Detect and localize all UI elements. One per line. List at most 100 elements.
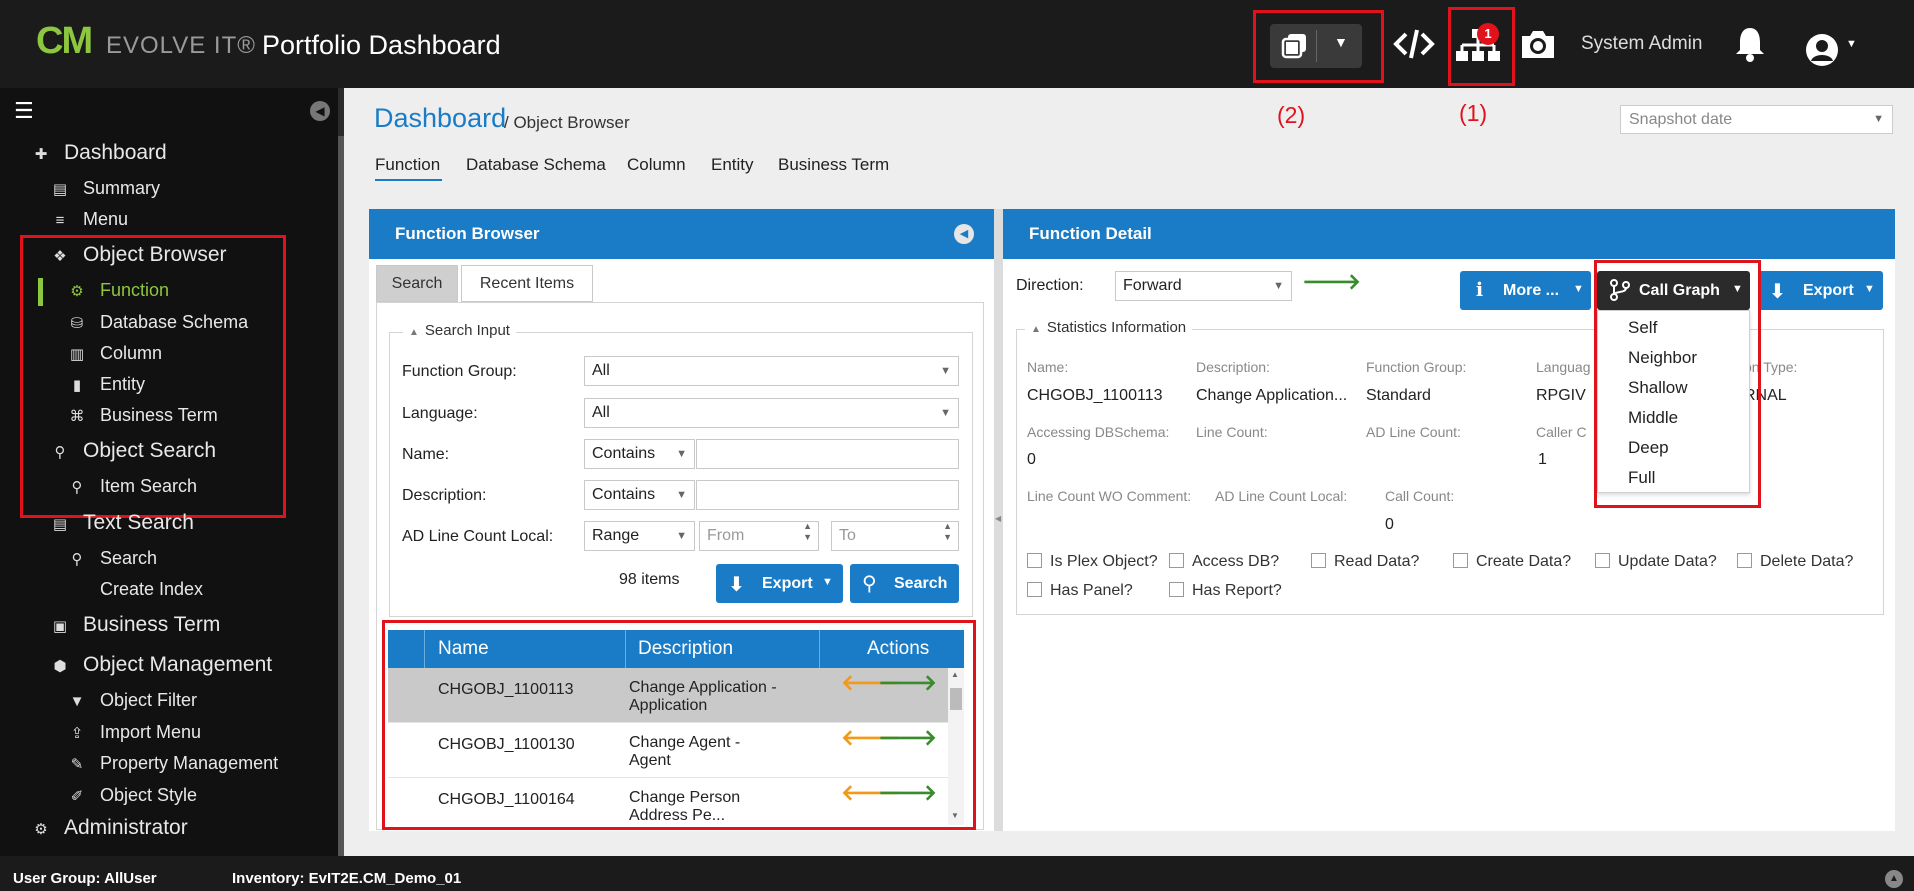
collapse-sidebar-icon[interactable]: ◀ <box>310 101 330 121</box>
code-icon[interactable] <box>1392 22 1436 66</box>
database-icon: ⛁ <box>70 315 84 332</box>
sidebar-item-business-term[interactable]: ▣ Business Term <box>49 613 220 637</box>
button-divider <box>1316 30 1317 62</box>
snapshot-date-select[interactable]: Snapshot date ▼ <box>1620 105 1893 134</box>
function-detail-body: Direction: Forward ▼ 🡒 ℹ More ... ▼ Call … <box>1003 259 1895 831</box>
breadcrumb-root[interactable]: Dashboard <box>374 103 506 134</box>
sidebar-item-column[interactable]: ▥ Column <box>66 343 162 364</box>
checkbox-access-db[interactable]: Access DB? <box>1169 553 1279 571</box>
browser-search-button[interactable]: ⚲ Search <box>850 564 959 603</box>
statistics-legend[interactable]: ▲ Statistics Information <box>1025 319 1193 336</box>
sidebar-item-object-style[interactable]: ✐ Object Style <box>66 785 197 806</box>
sidebar-item-administrator[interactable]: ⚙ Administrator <box>30 816 187 840</box>
sidebar-item-search[interactable]: ⚲ Search <box>66 548 158 569</box>
function-group-select[interactable]: All ▼ <box>584 356 959 386</box>
collapse-panel-icon[interactable]: ◀ <box>954 224 974 244</box>
camera-icon[interactable] <box>1518 26 1558 62</box>
user-group: User Group: AllUser <box>13 870 157 887</box>
gear-icon: ⚙ <box>70 283 84 300</box>
sidebar-item-property-management[interactable]: ✎ Property Management <box>66 753 278 774</box>
language-label: Language: <box>402 405 478 422</box>
hamburger-icon[interactable]: ☰ <box>14 98 34 124</box>
notification-badge: 1 <box>1477 23 1499 45</box>
user-caret-icon[interactable]: ▼ <box>1846 38 1857 50</box>
user-name: System Admin <box>1581 33 1703 54</box>
expand-up-icon[interactable]: ▲ <box>1885 870 1903 888</box>
user-icon[interactable] <box>1805 33 1839 67</box>
stat-language-value: RPGIV <box>1536 387 1586 404</box>
stat-function-group-value: Standard <box>1366 387 1431 404</box>
chevron-down-icon: ▼ <box>1334 34 1348 50</box>
sidebar-scrollbar[interactable] <box>338 88 344 856</box>
logo-cm: CM <box>36 20 93 62</box>
tab-entity[interactable]: Entity <box>711 155 754 175</box>
sidebar-item-function[interactable]: ⚙ Function <box>66 280 169 301</box>
language-select[interactable]: All ▼ <box>584 398 959 428</box>
stat-description-value: Change Application... <box>1196 387 1348 404</box>
checkbox-read-data[interactable]: Read Data? <box>1311 553 1419 571</box>
bell-icon[interactable] <box>1732 24 1768 64</box>
sidebar-item-object-filter[interactable]: ▼ Object Filter <box>66 690 197 711</box>
sidebar-item-object-search[interactable]: ⚲ Object Search <box>49 439 217 463</box>
sidebar-item-object-browser[interactable]: ❖ Object Browser <box>49 243 226 267</box>
checkbox-has-report[interactable]: Has Report? <box>1169 582 1282 600</box>
tab-column[interactable]: Column <box>627 155 686 175</box>
panel-splitter[interactable]: ◀ <box>994 209 1003 831</box>
windows-dropdown-button[interactable]: ▼ <box>1270 24 1362 68</box>
highlight-box-call-graph <box>1594 260 1761 508</box>
search-icon: ⚲ <box>71 551 83 568</box>
detail-export-button[interactable]: ⬇ Export ▼ <box>1758 271 1883 310</box>
sidebar-item-object-management[interactable]: ⬢ Object Management <box>49 653 272 677</box>
stat-accessing-dbschema-value: 0 <box>1027 451 1036 468</box>
search-icon: ⚲ <box>862 573 877 595</box>
cube-icon: ⬢ <box>53 658 67 675</box>
chevron-down-icon: ▼ <box>1864 283 1875 295</box>
name-operator-select[interactable]: Contains ▼ <box>584 439 695 469</box>
info-icon: ℹ <box>1476 280 1484 301</box>
download-icon: ⬇ <box>728 574 745 596</box>
stat-name-value: CHGOBJ_1100113 <box>1027 387 1163 404</box>
sidebar-item-business-term-sub[interactable]: ⌘ Business Term <box>66 405 218 426</box>
function-detail-header: Function Detail <box>1003 209 1895 259</box>
pencil-icon: ✎ <box>70 756 84 773</box>
name-input[interactable] <box>696 439 959 469</box>
checkbox-update-data[interactable]: Update Data? <box>1595 553 1717 571</box>
description-operator-select[interactable]: Contains ▼ <box>584 480 695 510</box>
direction-select[interactable]: Forward ▼ <box>1115 271 1292 301</box>
sidebar-item-text-search[interactable]: ▤ Text Search <box>49 511 194 535</box>
sidebar-item-dashboard[interactable]: ✚ Dashboard <box>30 141 167 165</box>
stat-call-count-value: 0 <box>1385 516 1394 533</box>
checkbox-delete-data[interactable]: Delete Data? <box>1737 553 1853 571</box>
sidebar-item-menu[interactable]: ≡ Menu <box>49 209 128 230</box>
checkbox-create-data[interactable]: Create Data? <box>1453 553 1571 571</box>
search-input-legend[interactable]: ▲ Search Input <box>403 322 516 339</box>
checkbox-has-panel[interactable]: Has Panel? <box>1027 582 1133 600</box>
more-button[interactable]: ℹ More ... ▼ <box>1460 271 1591 310</box>
sidebar-item-import-menu[interactable]: ⇪ Import Menu <box>66 722 201 743</box>
sidebar-item-database-schema[interactable]: ⛁ Database Schema <box>66 312 248 333</box>
browser-export-button[interactable]: ⬇ Export ▼ <box>716 564 843 603</box>
tab-recent-items[interactable]: Recent Items <box>461 265 593 302</box>
tab-active-underline <box>375 179 442 181</box>
sidebar-item-create-index[interactable]: Create Index <box>66 579 203 600</box>
to-input[interactable]: To ▲ ▼ <box>831 521 959 551</box>
ad-line-operator-select[interactable]: Range ▼ <box>584 521 695 551</box>
sidebar-item-summary[interactable]: ▤ Summary <box>49 178 160 199</box>
brush-icon: ✐ <box>70 788 84 805</box>
tab-database-schema[interactable]: Database Schema <box>466 155 606 175</box>
sidebar-item-entity[interactable]: ▮ Entity <box>66 374 145 395</box>
from-input[interactable]: From ▲ ▼ <box>699 521 819 551</box>
filter-icon: ▼ <box>69 693 85 710</box>
menu-icon: ≡ <box>55 212 65 229</box>
sidebar-item-item-search[interactable]: ⚲ Item Search <box>66 476 198 497</box>
inventory: Inventory: EvIT2E.CM_Demo_01 <box>232 870 462 887</box>
tab-search[interactable]: Search <box>376 265 458 302</box>
go-arrow-icon[interactable]: 🡒 <box>1302 269 1361 295</box>
sidebar-scroll-thumb[interactable] <box>338 136 344 856</box>
tab-function[interactable]: Function <box>375 155 440 175</box>
search-icon: ⚲ <box>54 444 66 461</box>
checkbox-is-plex-object[interactable]: Is Plex Object? <box>1027 553 1158 571</box>
description-input[interactable] <box>696 480 959 510</box>
tab-business-term[interactable]: Business Term <box>778 155 889 175</box>
upload-icon: ⇪ <box>70 725 84 742</box>
